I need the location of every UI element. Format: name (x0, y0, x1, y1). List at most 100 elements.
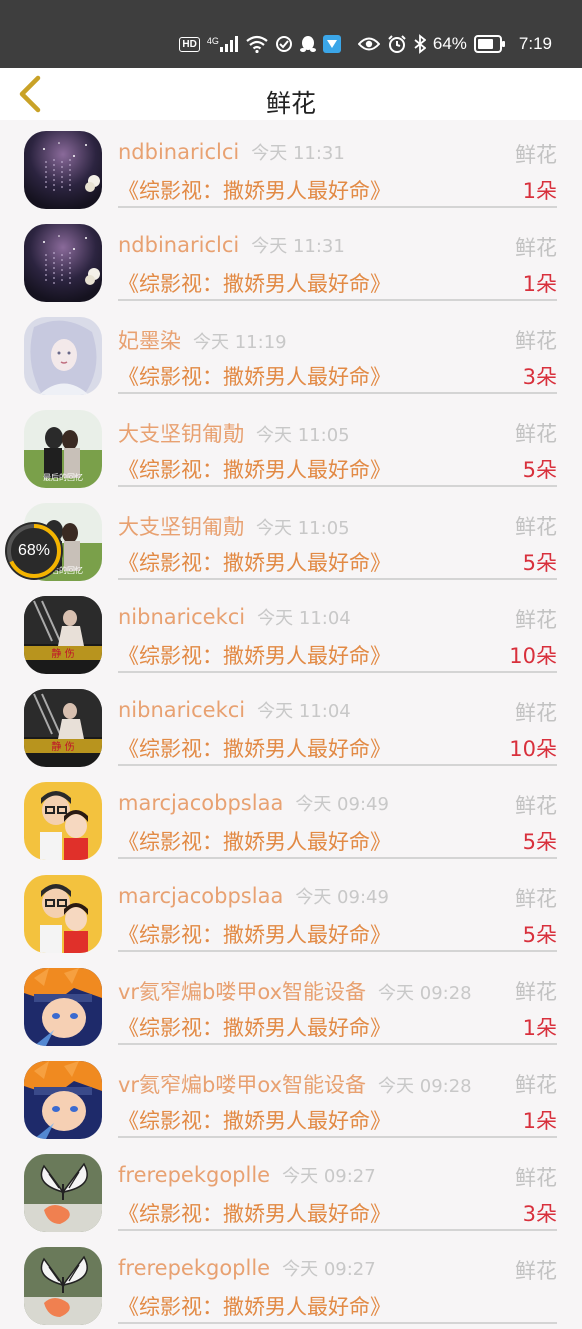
divider (118, 206, 557, 208)
user-name: ndbinariclci 今天 11:31 (118, 139, 345, 165)
gift-type: 鲜花 (515, 329, 557, 353)
list-item[interactable]: ndbinariclci 今天 11:31 鲜花 《综影视：撒娇男人最好命》 1朵 (0, 213, 582, 306)
user-name: ndbinariclci 今天 11:31 (118, 232, 345, 258)
timestamp: 今天 11:04 (257, 701, 351, 722)
user-name-text: frerepekgoplle (118, 1256, 271, 1280)
user-name: frerepekgoplle 今天 09:27 (118, 1162, 376, 1188)
book-title: 《综影视：撒娇男人最好命》 (118, 1016, 391, 1040)
avatar[interactable] (24, 875, 102, 953)
divider (118, 857, 557, 859)
list-item[interactable]: marcjacobpslaa 今天 09:49 鲜花 《综影视：撒娇男人最好命》 … (0, 864, 582, 957)
avatar[interactable]: 静 伤 (24, 689, 102, 767)
avatar[interactable]: 最后的回忆 (24, 410, 102, 488)
timestamp: 今天 11:05 (256, 425, 350, 446)
user-name: marcjacobpslaa 今天 09:49 (118, 883, 389, 909)
list-item[interactable]: marcjacobpslaa 今天 09:49 鲜花 《综影视：撒娇男人最好命》 … (0, 771, 582, 864)
user-name: vr氦窄煸b喽甲ox智能设备 今天 09:28 (118, 1069, 472, 1099)
wifi-icon (246, 35, 268, 53)
status-icons: HD 4G 64% 7:19 (179, 31, 552, 57)
avatar[interactable] (24, 1061, 102, 1139)
book-title: 《综影视：撒娇男人最好命》 (118, 737, 391, 761)
gift-count: 1朵 (522, 179, 557, 203)
timestamp: 今天 11:31 (251, 236, 345, 257)
gift-type: 鲜花 (515, 887, 557, 911)
user-name-text: nibnaricekci (118, 698, 246, 722)
gift-type: 鲜花 (515, 794, 557, 818)
user-name-text: 妃墨染 (118, 329, 181, 353)
timestamp: 今天 11:04 (257, 608, 351, 629)
gift-count: 1朵 (522, 272, 557, 296)
alarm-icon (388, 35, 406, 53)
list-item[interactable]: 静 伤 nibnaricekci 今天 11:04 鲜花 《综影视：撒娇男人最好命… (0, 585, 582, 678)
avatar[interactable] (24, 1154, 102, 1232)
qq-icon (299, 36, 316, 52)
svg-text:最后的回忆: 最后的回忆 (43, 472, 83, 482)
book-title: 《综影视：撒娇男人最好命》 (118, 1295, 391, 1319)
avatar[interactable] (24, 224, 102, 302)
user-name-text: marcjacobpslaa (118, 884, 284, 908)
gift-type: 鲜花 (515, 1073, 557, 1097)
signal-icon: 4G (207, 36, 239, 52)
gift-count: 5朵 (522, 923, 557, 947)
gift-type: 鲜花 (515, 701, 557, 725)
avatar[interactable] (24, 131, 102, 209)
divider (118, 950, 557, 952)
avatar[interactable]: 静 伤 (24, 596, 102, 674)
list-item[interactable]: 静 伤 nibnaricekci 今天 11:04 鲜花 《综影视：撒娇男人最好命… (0, 678, 582, 771)
user-name: nibnaricekci 今天 11:04 (118, 604, 351, 630)
nav-bar: 鲜花 (0, 68, 582, 120)
list-item[interactable]: frerepekgoplle 今天 09:27 鲜花 《综影视：撒娇男人最好命》 … (0, 1143, 582, 1236)
list-item[interactable]: 妃墨染 今天 11:19 鲜花 《综影视：撒娇男人最好命》 3朵 (0, 306, 582, 399)
book-title: 《综影视：撒娇男人最好命》 (118, 1202, 391, 1226)
avatar[interactable] (24, 1247, 102, 1325)
user-name: nibnaricekci 今天 11:04 (118, 697, 351, 723)
divider (118, 578, 557, 580)
timestamp: 今天 09:49 (295, 887, 389, 908)
timestamp: 今天 09:28 (378, 983, 472, 1004)
list-item[interactable]: 最后的回忆 大支坚钥匍勣 今天 11:05 鲜花 《综影视：撒娇男人最好命》 5朵 (0, 492, 582, 585)
user-name-text: marcjacobpslaa (118, 791, 284, 815)
list-item[interactable]: ndbinariclci 今天 11:31 鲜花 《综影视：撒娇男人最好命》 1朵 (0, 120, 582, 213)
book-title: 《综影视：撒娇男人最好命》 (118, 644, 391, 668)
list-item[interactable]: 最后的回忆 大支坚钥匍勣 今天 11:05 鲜花 《综影视：撒娇男人最好命》 5朵 (0, 399, 582, 492)
gift-type: 鲜花 (515, 1259, 557, 1283)
user-name: marcjacobpslaa 今天 09:49 (118, 790, 389, 816)
user-name-text: vr氦窄煸b喽甲ox智能设备 (118, 1073, 367, 1097)
eye-icon (357, 37, 380, 51)
user-name: 大支坚钥匍勣 今天 11:05 (118, 418, 350, 448)
user-name: frerepekgoplle 今天 09:27 (118, 1255, 376, 1281)
divider (118, 1136, 557, 1138)
list-item[interactable]: vr氦窄煸b喽甲ox智能设备 今天 09:28 鲜花 《综影视：撒娇男人最好命》 … (0, 1050, 582, 1143)
avatar[interactable] (24, 782, 102, 860)
list-item[interactable]: frerepekgoplle 今天 09:27 鲜花 《综影视：撒娇男人最好命》 (0, 1236, 582, 1329)
gift-count: 1朵 (522, 1109, 557, 1133)
divider (118, 392, 557, 394)
book-title: 《综影视：撒娇男人最好命》 (118, 1109, 391, 1133)
divider (118, 1043, 557, 1045)
svg-text:静 伤: 静 伤 (51, 647, 74, 660)
user-name: vr氦窄煸b喽甲ox智能设备 今天 09:28 (118, 976, 472, 1006)
timestamp: 今天 11:05 (256, 518, 350, 539)
user-name-text: ndbinariclci (118, 140, 240, 164)
book-title: 《综影视：撒娇男人最好命》 (118, 923, 391, 947)
user-name-text: vr氦窄煸b喽甲ox智能设备 (118, 980, 367, 1004)
user-name: 妃墨染 今天 11:19 (118, 325, 287, 355)
user-name-text: frerepekgoplle (118, 1163, 271, 1187)
user-name-text: nibnaricekci (118, 605, 246, 629)
list-item[interactable]: vr氦窄煸b喽甲ox智能设备 今天 09:28 鲜花 《综影视：撒娇男人最好命》 … (0, 957, 582, 1050)
progress-badge-text: 68% (17, 542, 51, 559)
gift-type: 鲜花 (515, 608, 557, 632)
timestamp: 今天 09:49 (295, 794, 389, 815)
book-title: 《综影视：撒娇男人最好命》 (118, 458, 391, 482)
gift-type: 鲜花 (515, 143, 557, 167)
svg-text:静 伤: 静 伤 (51, 740, 74, 753)
avatar[interactable] (24, 968, 102, 1046)
gift-count: 5朵 (522, 551, 557, 575)
gift-count: 10朵 (509, 737, 557, 761)
progress-badge[interactable]: 68% (5, 522, 63, 580)
gift-type: 鲜花 (515, 1166, 557, 1190)
avatar[interactable] (24, 317, 102, 395)
battery-icon (473, 35, 505, 53)
page-title: 鲜花 (265, 89, 316, 118)
divider (118, 485, 557, 487)
